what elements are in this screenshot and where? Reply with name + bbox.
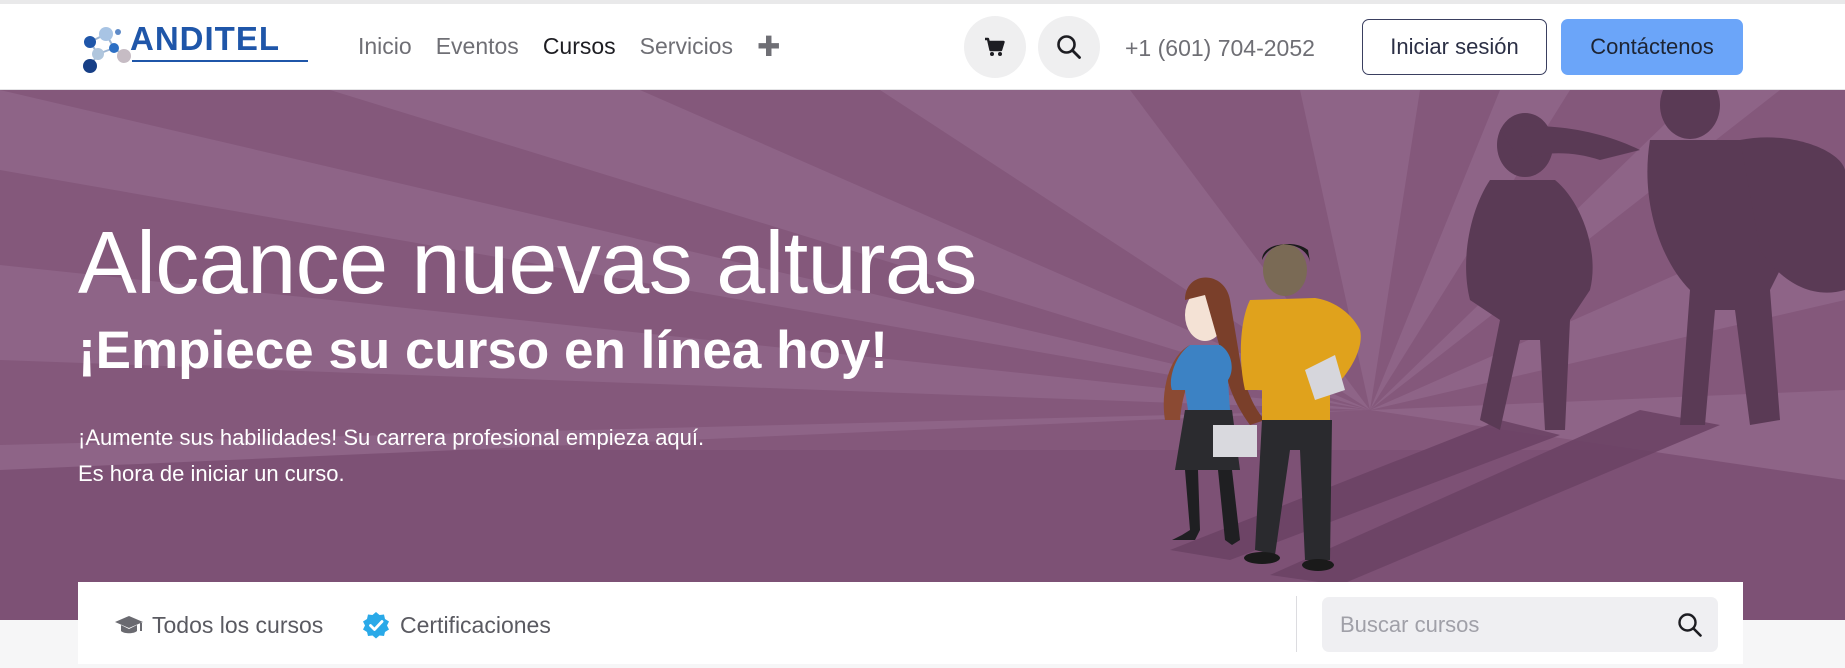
search-submit-button[interactable]: [1662, 597, 1718, 652]
hero-tagline-2: Es hora de iniciar un curso.: [78, 461, 345, 486]
graduation-cap-icon: [115, 616, 143, 634]
plus-icon[interactable]: ✚: [757, 30, 780, 63]
nav-eventos[interactable]: Eventos: [436, 33, 519, 60]
hero-title: Alcance nuevas alturas: [78, 213, 977, 312]
verified-check-icon: [363, 612, 389, 639]
search-button[interactable]: [1038, 16, 1100, 78]
contact-button[interactable]: Contáctenos: [1561, 19, 1743, 75]
all-courses-tab[interactable]: Todos los cursos: [114, 582, 323, 668]
nav-cursos[interactable]: Cursos: [543, 33, 616, 60]
cart-button[interactable]: [964, 16, 1026, 78]
all-courses-label: Todos los cursos: [152, 611, 324, 638]
hero-subtitle: ¡Empiece su curso en línea hoy!: [78, 321, 888, 380]
cart-icon: [985, 37, 1005, 56]
brand-name: ANDITEL: [130, 20, 280, 57]
brand-logo[interactable]: ANDITEL: [78, 20, 318, 78]
certifications-tab[interactable]: Certificaciones: [362, 582, 551, 668]
molecule-logo-icon: [83, 27, 131, 73]
login-button[interactable]: Iniciar sesión: [1362, 19, 1547, 75]
course-search: [1322, 597, 1718, 652]
certifications-label: Certificaciones: [400, 611, 551, 638]
search-courses-input[interactable]: [1322, 597, 1662, 652]
hero-tagline-1: ¡Aumente sus habilidades! Su carrera pro…: [78, 425, 705, 450]
nav-servicios[interactable]: Servicios: [640, 33, 733, 60]
course-filter-bar: Todos los cursos Certificaciones: [78, 582, 1743, 664]
search-icon: [1057, 35, 1081, 59]
main-nav: Inicio Eventos Cursos Servicios ✚: [358, 4, 780, 89]
divider: [1296, 596, 1297, 652]
search-icon: [1678, 612, 1702, 637]
navbar: ANDITEL Inicio Eventos Cursos Servicios …: [0, 4, 1845, 90]
nav-inicio[interactable]: Inicio: [358, 33, 412, 60]
hero-banner: Alcance nuevas alturas ¡Empiece su curso…: [0, 90, 1845, 620]
phone-link[interactable]: +1 (601) 704-2052: [1125, 4, 1315, 89]
brand-underline: [132, 60, 308, 62]
